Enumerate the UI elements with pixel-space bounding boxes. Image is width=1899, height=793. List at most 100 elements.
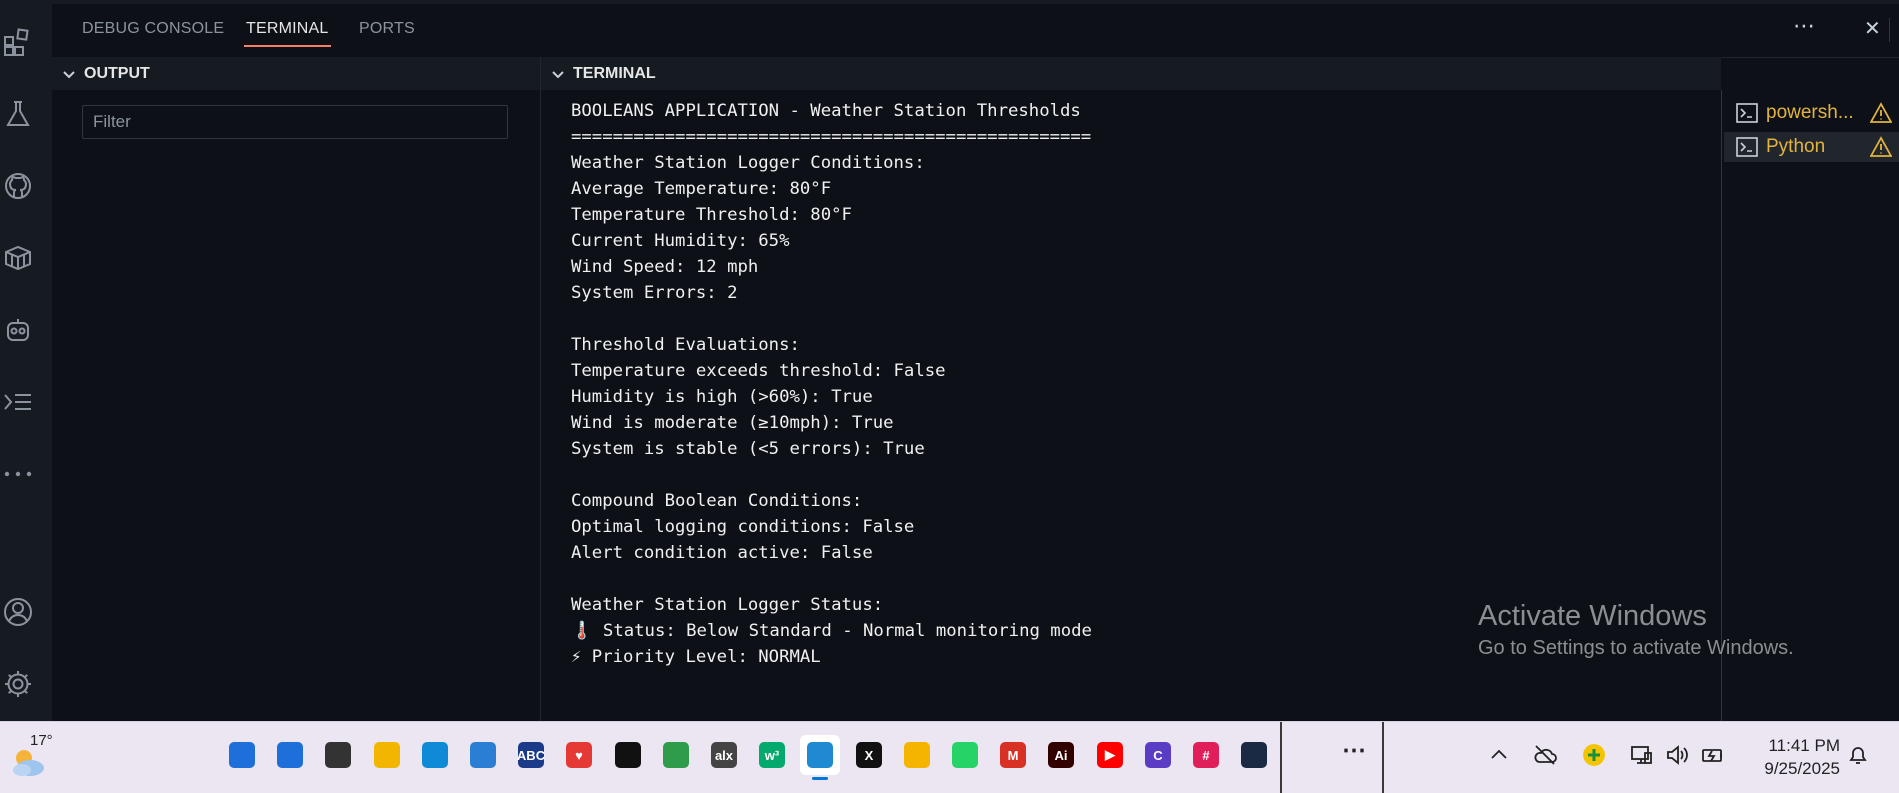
taskbar-app-x[interactable]: X <box>849 735 889 775</box>
chevron-down-icon[interactable] <box>62 68 75 80</box>
terminal-line: 🌡️ Status: Below Standard - Normal monit… <box>571 621 1092 641</box>
terminal-line: Wind Speed: 12 mph <box>571 257 759 277</box>
canva-icon: C <box>1145 742 1171 768</box>
taskbar-app-app-abc[interactable]: ABC <box>511 735 551 775</box>
illustrator-icon: Ai <box>1048 742 1074 768</box>
taskbar-app-app-heart[interactable]: ♥ <box>559 735 599 775</box>
settings-gear-icon[interactable] <box>0 666 36 702</box>
output-title: OUTPUT <box>84 64 150 82</box>
output-filter-input[interactable]: Filter <box>82 105 508 139</box>
testing-flask-icon[interactable] <box>0 96 36 132</box>
security-badge-icon[interactable] <box>1581 742 1607 773</box>
gmail-icon: M <box>1000 742 1026 768</box>
github-icon[interactable] <box>0 168 36 204</box>
containers-icon[interactable] <box>0 240 36 276</box>
vscode-icon <box>807 742 833 768</box>
taskbar-app-gmail[interactable]: M <box>993 735 1033 775</box>
slack-icon: # <box>1193 742 1219 768</box>
more-actions-button[interactable]: ⋯ <box>1793 14 1815 39</box>
taskbar-app-youtube[interactable]: ▶ <box>1090 735 1130 775</box>
terminal-title: TERMINAL <box>573 64 656 82</box>
toolbar-divider <box>1889 18 1890 42</box>
terminal-line: Threshold Evaluations: <box>571 335 800 355</box>
warning-icon <box>1869 136 1893 164</box>
search-icon <box>277 742 303 768</box>
terminal-output[interactable]: BOOLEANS APPLICATION - Weather Station T… <box>571 98 1092 670</box>
terminal-list-icon[interactable] <box>0 384 36 420</box>
system-clock[interactable]: 11:41 PM 9/25/2025 <box>1740 734 1840 780</box>
terminal-line: System is stable (<5 errors): True <box>571 439 925 459</box>
terminal-header[interactable]: TERMINAL <box>541 57 1721 90</box>
app-alx-dark-icon <box>1241 742 1267 768</box>
taskbar-app-vscode[interactable] <box>800 735 840 780</box>
watermark-subtitle: Go to Settings to activate Windows. <box>1478 637 1794 659</box>
taskbar: 17° ABC ♥ alx w³ X M Ai ▶ C # ⋯ 11:41 PM 9/25/202… <box>0 721 1899 793</box>
youtube-icon: ▶ <box>1097 742 1123 768</box>
tab-terminal[interactable]: TERMINAL <box>244 20 330 47</box>
taskbar-app-file-explorer[interactable] <box>367 735 407 775</box>
terminal-instance-item[interactable]: Python <box>1724 132 1899 162</box>
taskbar-app-slack[interactable]: # <box>1186 735 1226 775</box>
tab-ports[interactable]: PORTS <box>359 20 415 38</box>
app-abc-icon: ABC <box>517 742 545 768</box>
taskbar-app-w3schools[interactable]: w³ <box>752 735 792 775</box>
output-header[interactable]: OUTPUT <box>52 57 540 90</box>
app-heart-icon: ♥ <box>566 742 592 768</box>
terminal-line: Weather Station Logger Conditions: <box>571 153 925 173</box>
taskbar-app-start[interactable] <box>222 735 262 775</box>
terminal-line: Wind is moderate (≥10mph): True <box>571 413 894 433</box>
chevron-up-icon[interactable] <box>1486 742 1512 773</box>
taskbar-app-alx[interactable]: alx <box>704 735 744 775</box>
terminal-instance-label: powersh... <box>1766 102 1854 123</box>
taskbar-overflow-button[interactable]: ⋯ <box>1342 736 1366 765</box>
taskbar-app-task-view[interactable] <box>318 735 358 775</box>
onedrive-offline-icon[interactable] <box>1532 742 1558 773</box>
close-panel-button[interactable]: ✕ <box>1864 16 1881 40</box>
terminal-line: System Errors: 2 <box>571 283 738 303</box>
x-icon: X <box>856 742 882 768</box>
terminal-line: Average Temperature: 80°F <box>571 179 832 199</box>
w3schools-icon: w³ <box>759 742 785 768</box>
copilot-robot-icon[interactable] <box>0 312 36 348</box>
terminal-line: ========================================… <box>571 127 1092 147</box>
terminal-line: Compound Boolean Conditions: <box>571 491 863 511</box>
tab-debug-console[interactable]: DEBUG CONSOLE <box>82 20 224 38</box>
weather-temperature: 17° <box>30 732 53 749</box>
taskbar-app-github[interactable] <box>608 735 648 775</box>
taskbar-app-google-drive[interactable] <box>897 735 937 775</box>
terminal-instance-label: Python <box>1766 136 1826 157</box>
taskbar-divider <box>1280 722 1282 793</box>
account-icon[interactable] <box>0 594 36 630</box>
task-view-icon <box>325 742 351 768</box>
terminal-line: Temperature exceeds threshold: False <box>571 361 946 381</box>
watermark-title: Activate Windows <box>1478 600 1707 632</box>
alx-icon: alx <box>711 742 737 768</box>
terminal-line: ⚡ Priority Level: NORMAL <box>571 647 821 667</box>
extensions-icon[interactable] <box>0 24 36 60</box>
taskbar-app-canva[interactable]: C <box>1138 735 1178 775</box>
terminal-instance-item[interactable]: powersh... <box>1724 98 1899 128</box>
taskbar-app-store[interactable] <box>463 735 503 775</box>
google-drive-icon <box>904 742 930 768</box>
taskbar-app-search[interactable] <box>270 735 310 775</box>
weather-widget[interactable]: 17° <box>8 732 53 782</box>
terminal-prompt-icon <box>1736 103 1758 123</box>
start-icon <box>229 742 255 768</box>
taskbar-app-illustrator[interactable]: Ai <box>1041 735 1081 775</box>
more-views-icon[interactable] <box>0 456 36 492</box>
terminal-line: Optimal logging conditions: False <box>571 517 915 537</box>
taskbar-app-edge[interactable] <box>415 735 455 775</box>
taskbar-app-whatsapp[interactable] <box>945 735 985 775</box>
display-settings-icon[interactable] <box>1628 742 1654 773</box>
battery-charging-icon[interactable] <box>1700 742 1726 773</box>
volume-icon[interactable] <box>1664 742 1690 773</box>
chrome-icon <box>663 742 689 768</box>
chevron-down-icon[interactable] <box>551 68 564 80</box>
notifications-icon[interactable] <box>1845 742 1871 773</box>
taskbar-app-app-alx-dark[interactable] <box>1234 735 1274 775</box>
output-pane: OUTPUT Filter <box>52 57 592 721</box>
taskbar-app-chrome[interactable] <box>656 735 696 775</box>
terminal-line: Temperature Threshold: 80°F <box>571 205 852 225</box>
